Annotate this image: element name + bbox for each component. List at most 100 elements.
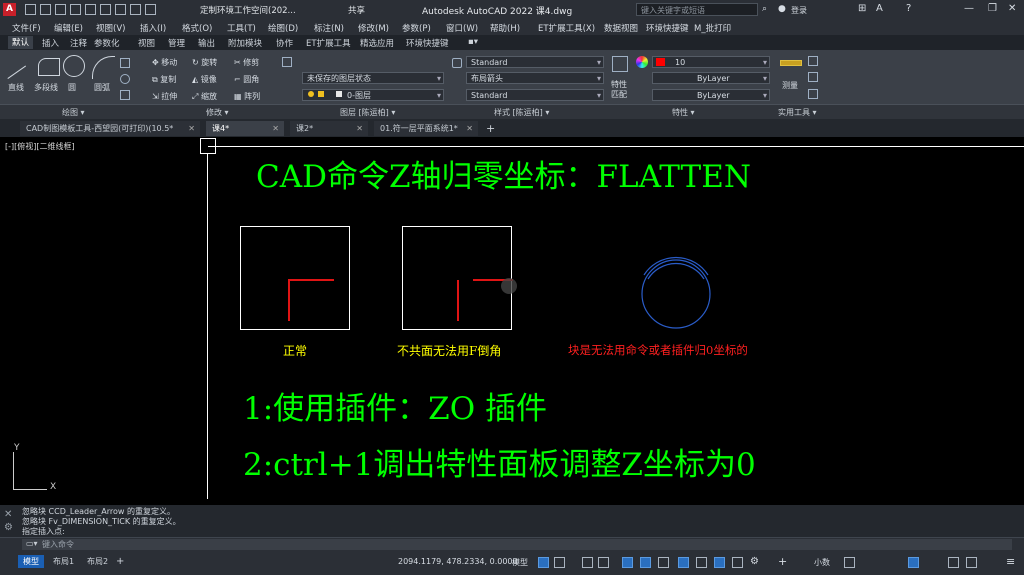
snap-icon[interactable] xyxy=(554,557,565,568)
stretch-tool[interactable]: ⇲ 拉伸 xyxy=(152,91,177,102)
group-icon[interactable] xyxy=(808,56,818,66)
menu-item[interactable]: 环境快捷键 xyxy=(646,22,689,34)
menu-item[interactable]: M_批打印 xyxy=(694,22,731,34)
isolate-icon[interactable] xyxy=(908,557,919,568)
rotate-tool[interactable]: ↻ 旋转 xyxy=(192,57,217,68)
open-icon[interactable] xyxy=(40,4,51,15)
menu-item[interactable]: 编辑(E) xyxy=(54,22,83,34)
menu-item[interactable]: 绘图(D) xyxy=(268,22,298,34)
customization-menu-icon[interactable]: ≡ xyxy=(1006,555,1015,568)
app-store-icon[interactable]: A xyxy=(876,3,883,14)
command-prompt-icon[interactable]: ▭▾ xyxy=(26,539,38,548)
maximize-button[interactable]: ❐ xyxy=(988,3,997,14)
cart-icon[interactable]: ⊞ xyxy=(858,3,866,14)
menu-item[interactable]: 插入(I) xyxy=(140,22,166,34)
menu-item[interactable]: 视图(V) xyxy=(96,22,125,34)
ribbon-tab-overflow-icon[interactable]: ▪▾ xyxy=(468,37,478,47)
close-icon[interactable]: ✕ xyxy=(4,509,12,520)
close-button[interactable]: ✕ xyxy=(1008,3,1016,14)
save-icon[interactable] xyxy=(55,4,66,15)
rectangle-icon[interactable] xyxy=(120,58,130,68)
menu-item[interactable]: 文件(F) xyxy=(12,22,41,34)
scale-tool[interactable]: ⤢ 缩放 xyxy=(192,91,217,102)
text-style-select[interactable]: Standard xyxy=(466,56,604,68)
trim-tool[interactable]: ✂ 修剪 xyxy=(234,57,259,68)
color-wheel-icon[interactable] xyxy=(636,56,648,68)
match-properties-label[interactable]: 特性匹配 xyxy=(611,80,631,100)
settings-icon[interactable]: ⚙ xyxy=(4,522,13,533)
menu-item[interactable]: 参数(P) xyxy=(402,22,431,34)
autocad-logo[interactable]: A xyxy=(3,3,16,16)
block-arc-graphic[interactable] xyxy=(636,253,716,333)
color-select[interactable]: 10 xyxy=(652,56,770,68)
share-button[interactable]: 共享 xyxy=(348,4,365,16)
menu-item[interactable]: 窗口(W) xyxy=(446,22,478,34)
panel-utilities-label[interactable]: 实用工具 ▾ xyxy=(778,107,817,118)
linetype-select[interactable]: ByLayer xyxy=(652,72,770,84)
match-properties-icon[interactable] xyxy=(612,56,628,72)
hardware-acceleration-icon[interactable] xyxy=(948,557,959,568)
ribbon-tab[interactable]: 注释 xyxy=(70,37,87,49)
layout-tab-model[interactable]: 模型 xyxy=(18,555,44,568)
menu-item[interactable]: 格式(O) xyxy=(182,22,212,34)
paste-icon[interactable] xyxy=(808,72,818,82)
hatch-icon[interactable] xyxy=(120,74,130,84)
ribbon-tab[interactable]: ET扩展工具 xyxy=(306,37,351,49)
new-tab-icon[interactable]: + xyxy=(486,122,495,135)
line-icon[interactable] xyxy=(0,47,27,79)
measure-label[interactable]: 测量 xyxy=(782,80,798,91)
menu-item[interactable]: 标注(N) xyxy=(314,22,344,34)
layout-tab-1[interactable]: 布局1 xyxy=(48,555,79,568)
command-input[interactable]: 键入命令 xyxy=(22,539,1012,550)
workspace-gear-icon[interactable]: ⚙ xyxy=(750,556,759,567)
otrack-icon[interactable] xyxy=(658,557,669,568)
drawing-canvas[interactable]: [-][俯视][二维线框] CAD命令Z轴归零坐标：FLATTEN 正常 不共面… xyxy=(0,137,1024,505)
text-style-icon[interactable] xyxy=(452,58,462,68)
quick-properties-icon[interactable] xyxy=(844,557,855,568)
close-icon[interactable]: ✕ xyxy=(466,121,473,136)
fillet-tool[interactable]: ⌐ 圆角 xyxy=(234,74,259,85)
ribbon-tab[interactable]: 参数化 xyxy=(94,37,120,49)
circle-tool-label[interactable]: 圆 xyxy=(68,82,76,93)
ribbon-tab[interactable]: 输出 xyxy=(198,37,215,49)
mirror-tool[interactable]: ◭ 镜像 xyxy=(192,74,217,85)
plot-icon[interactable] xyxy=(115,4,126,15)
arc-icon[interactable] xyxy=(92,56,115,79)
array-tool[interactable]: ▦ 阵列 xyxy=(234,91,260,102)
add-layout-icon[interactable]: + xyxy=(116,556,124,567)
measure-icon[interactable] xyxy=(780,60,802,66)
arc-tool-label[interactable]: 圆弧 xyxy=(94,82,110,93)
doc-tab-floorplan[interactable]: 01.符一层平面系统1* ✕ xyxy=(374,121,478,136)
doc-tab-ke4[interactable]: 课4* ✕ xyxy=(206,121,284,136)
saveas-icon[interactable] xyxy=(70,4,81,15)
ribbon-tab[interactable]: 视图 xyxy=(138,37,155,49)
new-icon[interactable] xyxy=(25,4,36,15)
menu-item[interactable]: 数据视图 xyxy=(604,22,638,34)
isodraft-icon[interactable] xyxy=(622,557,633,568)
dim-style-select[interactable]: 布局箭头 xyxy=(466,72,604,84)
search-icon[interactable]: ⌕ xyxy=(762,4,767,14)
polyline-icon[interactable] xyxy=(38,58,60,76)
help-icon[interactable]: ? xyxy=(906,3,911,14)
layer-state-select[interactable]: 未保存的图层状态 xyxy=(302,72,444,84)
signin-button[interactable]: 登录 xyxy=(791,5,807,16)
grid-icon[interactable] xyxy=(538,557,549,568)
undo-icon[interactable] xyxy=(130,4,141,15)
calculator-icon[interactable] xyxy=(808,89,818,99)
menu-item[interactable]: 工具(T) xyxy=(227,22,256,34)
open-web-icon[interactable] xyxy=(85,4,96,15)
ribbon-tab[interactable]: 环境快捷键 xyxy=(406,37,449,49)
table-icon[interactable] xyxy=(120,90,130,100)
clean-screen-icon[interactable] xyxy=(966,557,977,568)
layout-tab-2[interactable]: 布局2 xyxy=(82,555,113,568)
table-style-select[interactable]: Standard xyxy=(466,89,604,101)
lineweight-select[interactable]: ByLayer xyxy=(652,89,770,101)
line-tool-label[interactable]: 直线 xyxy=(8,82,24,93)
close-icon[interactable]: ✕ xyxy=(356,121,363,136)
plus-icon[interactable]: + xyxy=(778,555,787,568)
ribbon-tab[interactable]: 插入 xyxy=(42,37,59,49)
ribbon-tab[interactable]: 管理 xyxy=(168,37,185,49)
polar-icon[interactable] xyxy=(598,557,609,568)
ribbon-tab[interactable]: 精选应用 xyxy=(360,37,394,49)
redo-icon[interactable] xyxy=(145,4,156,15)
